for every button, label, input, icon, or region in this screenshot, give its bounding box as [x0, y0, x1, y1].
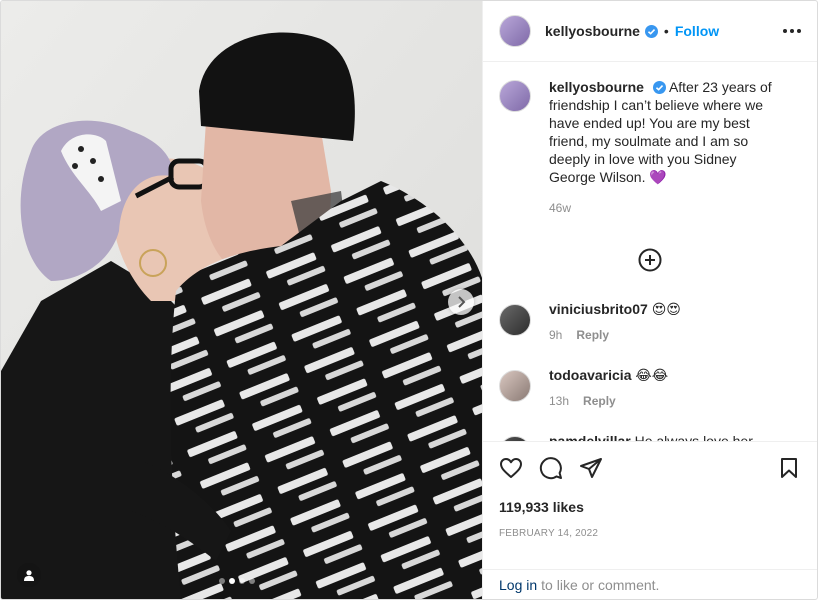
couple-kiss-image: [1, 1, 482, 599]
login-link[interactable]: Log in: [499, 577, 537, 593]
next-slide-button[interactable]: [448, 289, 474, 315]
caption-username[interactable]: kellyosbourne: [549, 79, 644, 95]
follow-button[interactable]: Follow: [675, 23, 719, 39]
post-sidebar: kellyosbourne • Follow kellyosbourne Aft…: [483, 1, 817, 599]
carousel-dot: [239, 578, 245, 584]
user-icon: [24, 570, 34, 581]
action-bar: 119,933 likes FEBRUARY 14, 2022: [483, 441, 817, 569]
comment-avatar[interactable]: [499, 370, 531, 402]
paper-plane-icon: [580, 458, 602, 478]
chevron-right-icon: [458, 296, 466, 308]
save-button[interactable]: [777, 456, 801, 480]
carousel-dot-active: [229, 578, 235, 584]
comment-item: pamdelvillar He always love her secretly…: [499, 432, 801, 441]
carousel-dot: [219, 578, 225, 584]
login-prompt: Log in to like or comment.: [483, 569, 817, 599]
heart-icon: [500, 458, 522, 478]
more-options-button[interactable]: [781, 23, 803, 39]
comment-avatar[interactable]: [499, 436, 531, 441]
caption-time[interactable]: 46w: [549, 199, 785, 217]
load-more-comments-button[interactable]: [499, 248, 801, 272]
plus-circle-icon: [638, 248, 662, 272]
comment-avatar[interactable]: [499, 304, 531, 336]
login-prompt-text: to like or comment.: [541, 576, 660, 593]
carousel-indicator: [219, 578, 255, 584]
comment-text: 😍😍: [651, 301, 681, 317]
header-separator: •: [663, 23, 669, 39]
post-header: kellyosbourne • Follow: [483, 1, 817, 62]
instagram-post: kellyosbourne • Follow kellyosbourne Aft…: [0, 0, 818, 600]
reply-button[interactable]: Reply: [576, 326, 609, 344]
comments-panel[interactable]: kellyosbourne After 23 years of friendsh…: [483, 62, 817, 441]
speech-bubble-icon: [539, 457, 562, 480]
carousel-dot: [249, 578, 255, 584]
bookmark-icon: [781, 458, 797, 478]
caption-avatar[interactable]: [499, 80, 531, 112]
post-date[interactable]: FEBRUARY 14, 2022: [499, 528, 801, 539]
comment-text: 😂😂: [635, 367, 669, 383]
verified-badge-icon: [644, 24, 658, 38]
author-username[interactable]: kellyosbourne: [545, 23, 640, 39]
post-photo[interactable]: [1, 1, 483, 599]
like-button[interactable]: [499, 456, 523, 480]
comment-username[interactable]: todoavaricia: [549, 367, 631, 383]
comment-item: todoavaricia 😂😂 13h Reply: [499, 366, 801, 410]
author-avatar[interactable]: [499, 15, 531, 47]
comment-time[interactable]: 9h: [549, 326, 562, 344]
share-button[interactable]: [579, 456, 603, 480]
likes-count[interactable]: 119,933 likes: [499, 499, 801, 515]
tagged-users-button[interactable]: [17, 563, 41, 587]
comment-username[interactable]: viniciusbrito07: [549, 301, 648, 317]
reply-button[interactable]: Reply: [583, 392, 616, 410]
verified-badge-icon: [652, 81, 666, 94]
comment-username[interactable]: pamdelvillar: [549, 433, 631, 441]
caption: kellyosbourne After 23 years of friendsh…: [499, 78, 801, 217]
more-dots-icon: [783, 29, 787, 33]
comment-item: viniciusbrito07 😍😍 9h Reply: [499, 300, 801, 344]
comment-button[interactable]: [539, 456, 563, 480]
comment-time[interactable]: 13h: [549, 392, 569, 410]
